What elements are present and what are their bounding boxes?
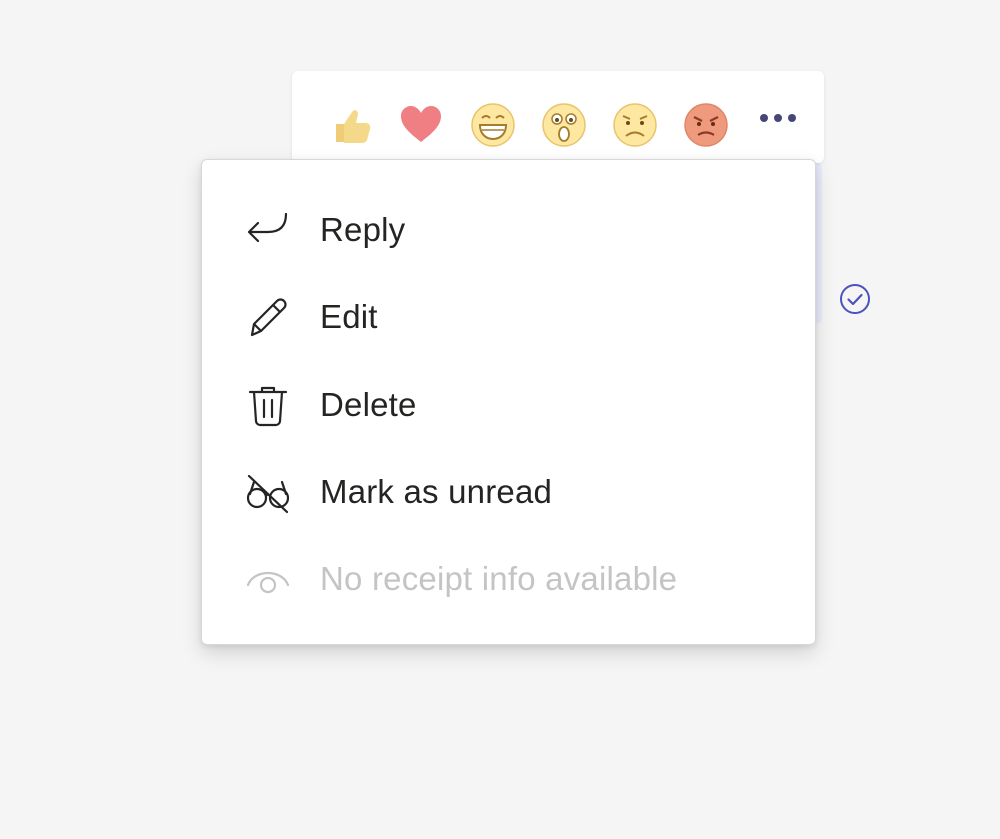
- more-options-icon[interactable]: [754, 103, 802, 133]
- message-context-menu: Reply Edit Delete Mark as unread No rece…: [201, 159, 816, 645]
- menu-item-reply[interactable]: Reply: [202, 188, 815, 272]
- menu-item-label: Reply: [320, 211, 406, 248]
- sent-check-icon: [838, 282, 872, 316]
- menu-item-label: Mark as unread: [320, 473, 553, 510]
- menu-item-label: Delete: [320, 386, 417, 423]
- more-dot: [760, 114, 768, 122]
- trash-icon: [244, 381, 292, 429]
- surprised-face-icon[interactable]: [541, 102, 587, 148]
- more-dot: [774, 114, 782, 122]
- angry-face-icon[interactable]: [683, 102, 729, 148]
- menu-item-edit[interactable]: Edit: [202, 275, 815, 359]
- menu-item-delete[interactable]: Delete: [202, 363, 815, 447]
- heart-icon[interactable]: [398, 102, 444, 148]
- more-dot: [788, 114, 796, 122]
- chat-canvas: Reply Edit Delete Mark as unread No rece…: [0, 0, 1000, 839]
- thumbs-up-icon[interactable]: [328, 102, 374, 148]
- glasses-off-icon: [244, 468, 292, 516]
- menu-item-receipt-info: No receipt info available: [202, 537, 815, 621]
- laughing-face-icon[interactable]: [470, 102, 516, 148]
- menu-item-mark-as-unread[interactable]: Mark as unread: [202, 450, 815, 534]
- menu-item-label: Edit: [320, 298, 378, 335]
- reply-arrow-icon: [244, 206, 292, 254]
- pencil-icon: [244, 293, 292, 341]
- sad-face-icon[interactable]: [612, 102, 658, 148]
- eye-icon: [244, 555, 292, 603]
- menu-item-label: No receipt info available: [320, 560, 678, 597]
